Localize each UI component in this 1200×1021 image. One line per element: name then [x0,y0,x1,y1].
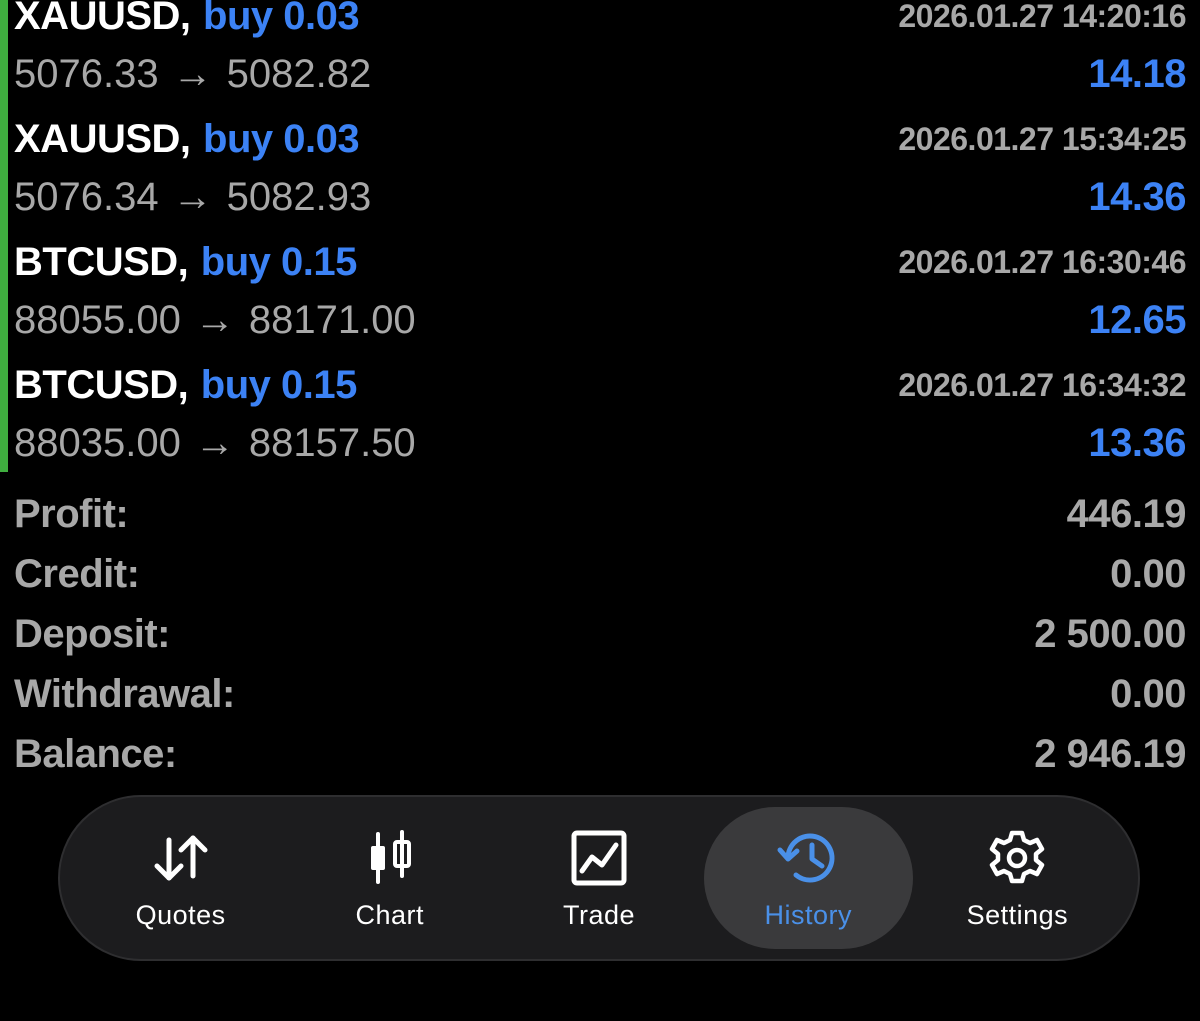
trade-row[interactable]: BTCUSD, buy 0.15 2026.01.27 16:30:46 8805… [0,226,1200,349]
summary-value: 2 500.00 [1034,611,1186,656]
trade-symbol: XAUUSD [14,116,180,161]
trade-time: 2026.01.27 16:30:46 [898,243,1186,280]
bottom-tab-bar: Quotes Chart Trade History Settings [58,795,1140,961]
tab-settings[interactable]: Settings [913,807,1122,949]
trade-chart-icon [567,826,631,890]
trade-open-price: 88055.00 [14,297,181,342]
tab-trade[interactable]: Trade [494,807,703,949]
trade-close-price: 88171.00 [248,297,416,342]
summary-value: 0.00 [1110,551,1186,596]
trade-close-price: 5082.82 [226,51,372,96]
trade-row[interactable]: XAUUSD, buy 0.03 2026.01.27 14:20:16 5076… [0,0,1200,103]
right-arrow-icon: → [194,297,235,342]
quotes-arrows-icon [149,826,213,890]
trade-profit: 14.36 [1088,174,1186,219]
gear-icon [985,826,1049,890]
summary-row-profit: Profit: 446.19 [14,484,1187,544]
trade-row[interactable]: BTCUSD, buy 0.15 2026.01.27 16:34:32 8803… [0,349,1200,472]
trade-history-list: XAUUSD, buy 0.03 2026.01.27 14:20:16 5076… [0,0,1200,472]
history-clock-icon [776,826,840,890]
trade-open-price: 5076.33 [14,51,159,96]
tab-history[interactable]: History [703,807,913,949]
summary-label: Profit: [14,491,129,536]
trade-close-price: 88157.50 [248,420,416,465]
tab-label: Quotes [135,899,226,930]
trade-accent-bar [0,103,8,226]
summary-row-withdrawal: Withdrawal: 0.00 [14,664,1186,724]
summary-value: 446.19 [1066,491,1187,536]
trade-side: buy 0.03 [203,0,360,38]
summary-label: Balance: [14,731,177,776]
right-arrow-icon: → [172,51,213,96]
tab-label: Settings [966,899,1069,930]
tab-chart[interactable]: Chart [285,807,494,949]
summary-row-deposit: Deposit: 2 500.00 [14,604,1186,664]
trade-profit: 12.65 [1088,297,1186,342]
trade-side: buy 0.15 [200,239,358,284]
trade-symbol: BTCUSD [14,362,178,407]
tab-label: Trade [562,899,636,930]
summary-value: 0.00 [1110,671,1186,716]
summary-row-balance: Balance: 2 946.19 [14,724,1186,784]
tab-label: History [764,899,852,930]
trade-time: 2026.01.27 14:20:16 [898,0,1186,34]
trade-symbol: BTCUSD [14,239,178,284]
candlestick-chart-icon [358,826,422,890]
tab-quotes[interactable]: Quotes [76,807,285,949]
trade-profit: 14.18 [1088,51,1186,96]
summary-label: Credit: [14,551,140,596]
trade-accent-bar [0,0,8,103]
tab-label: Chart [355,899,425,930]
right-arrow-icon: → [172,174,213,219]
trade-time: 2026.01.27 16:34:32 [898,366,1186,403]
summary-row-credit: Credit: 0.00 [14,544,1186,604]
summary-label: Deposit: [14,611,171,656]
trade-side: buy 0.15 [200,362,358,407]
trade-close-price: 5082.93 [226,174,372,219]
trade-profit: 13.36 [1088,420,1186,465]
trade-side: buy 0.03 [203,116,360,161]
trade-accent-bar [0,226,8,349]
trade-open-price: 5076.34 [14,174,159,219]
trade-row[interactable]: XAUUSD, buy 0.03 2026.01.27 15:34:25 5076… [0,103,1200,226]
right-arrow-icon: → [194,420,235,465]
trade-open-price: 88035.00 [14,420,181,465]
account-summary: Profit: 446.19 Credit: 0.00 Deposit: 2 5… [14,484,1187,784]
summary-value: 2 946.19 [1034,731,1186,776]
summary-label: Withdrawal: [14,671,235,716]
trade-time: 2026.01.27 15:34:25 [898,120,1186,157]
trade-accent-bar [0,349,8,472]
trade-symbol: XAUUSD [14,0,180,38]
